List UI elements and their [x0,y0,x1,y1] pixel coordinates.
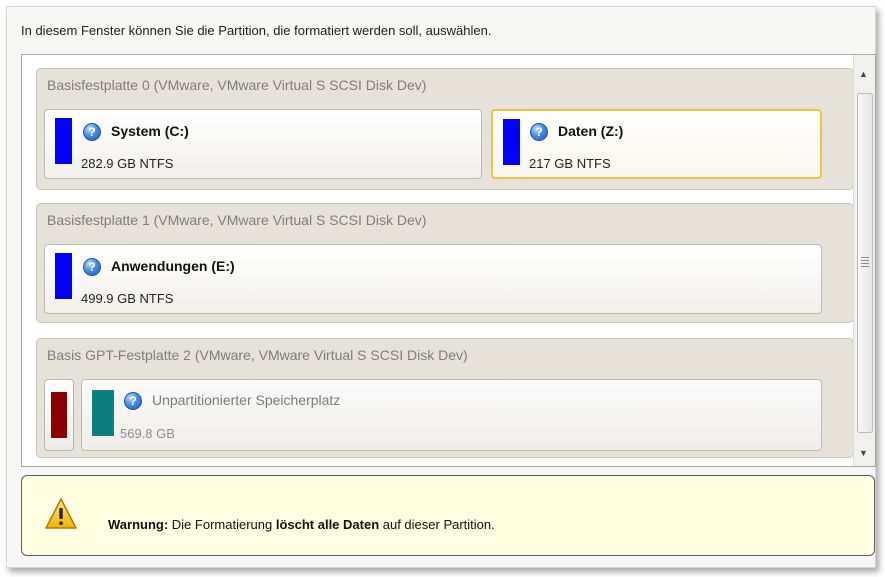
scroll-grip-icon [861,257,869,269]
format-partition-window: In diesem Fenster können Sie die Partiti… [6,6,876,568]
scroll-up-arrow-icon[interactable]: ▲ [859,69,868,79]
question-icon[interactable]: ? [83,123,101,141]
warning-text-after: auf dieser Partition. [379,517,495,532]
partition-list[interactable]: Basisfestplatte 0 (VMware, VMware Virtua… [21,54,876,467]
partition-color-swatch [55,118,72,164]
partition-info: 569.8 GB [120,426,175,441]
question-icon[interactable]: ? [83,258,101,276]
question-icon[interactable]: ? [530,123,548,141]
disk-2-title: Basis GPT-Festplatte 2 (VMware, VMware V… [47,347,468,363]
partition-info: 282.9 GB NTFS [81,156,174,171]
disk-1-title: Basisfestplatte 1 (VMware, VMware Virtua… [47,212,427,228]
reserved-partition-swatch [51,392,67,438]
partition-name: Daten (Z:) [558,123,624,139]
scroll-thumb[interactable] [857,93,873,433]
warning-message: Warnung: Die Formatierung löscht alle Da… [108,517,495,532]
partition-daten-z[interactable]: ? Daten (Z:) 217 GB NTFS [491,109,822,179]
partition-name: Unpartitionierter Speicherplatz [152,392,341,408]
disk-0-group: Basisfestplatte 0 (VMware, VMware Virtua… [36,68,854,190]
partition-anwendungen-e[interactable]: ? Anwendungen (E:) 499.9 GB NTFS [44,244,822,314]
warning-triangle-icon [45,498,77,529]
question-icon[interactable]: ? [124,392,142,410]
partition-color-swatch [503,119,520,165]
disk-1-group: Basisfestplatte 1 (VMware, VMware Virtua… [36,203,854,323]
partition-name: Anwendungen (E:) [111,258,235,274]
partition-unpartitioned-space[interactable]: ? Unpartitionierter Speicherplatz 569.8 … [81,379,822,451]
warning-text-bold: löscht alle Daten [275,517,380,532]
warning-box: Warnung: Die Formatierung löscht alle Da… [21,475,875,556]
warning-text-before: Die Formatierung [168,517,276,532]
disk-0-title: Basisfestplatte 0 (VMware, VMware Virtua… [47,77,427,93]
reserved-partition[interactable] [44,379,74,451]
vertical-scrollbar[interactable]: ▲ ▼ [853,55,875,466]
partition-info: 217 GB NTFS [529,156,611,171]
partition-system-c[interactable]: ? System (C:) 282.9 GB NTFS [44,109,482,179]
partition-name: System (C:) [111,123,189,139]
partition-color-swatch [55,253,72,299]
instruction-text: In diesem Fenster können Sie die Partiti… [21,23,492,38]
partition-color-swatch [92,390,114,436]
scroll-down-arrow-icon[interactable]: ▼ [859,448,868,458]
disk-2-group: Basis GPT-Festplatte 2 (VMware, VMware V… [36,338,854,458]
partition-info: 499.9 GB NTFS [81,291,174,306]
warning-label: Warnung: [108,517,169,532]
